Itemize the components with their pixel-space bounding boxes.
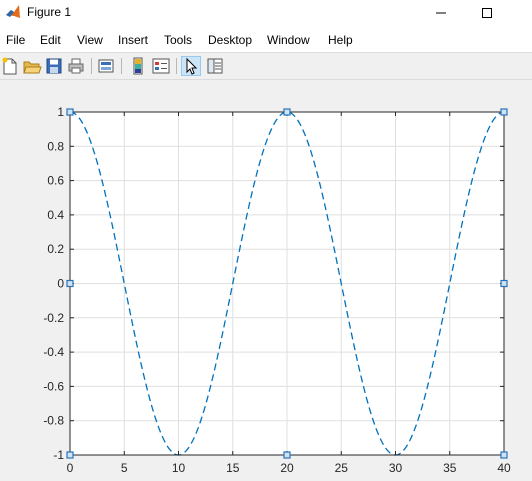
x-tick-label: 35 bbox=[443, 461, 457, 475]
menu-file[interactable]: File bbox=[6, 33, 25, 47]
title-bar[interactable]: Figure 1 bbox=[0, 0, 532, 26]
open-file-button[interactable] bbox=[22, 56, 42, 76]
y-tick-label: 0.6 bbox=[47, 174, 64, 188]
print-button[interactable] bbox=[66, 56, 86, 76]
x-tick-label: 30 bbox=[389, 461, 403, 475]
x-tick-label: 40 bbox=[497, 461, 511, 475]
selection-handle[interactable] bbox=[500, 279, 508, 288]
menu-tools[interactable]: Tools bbox=[164, 33, 192, 47]
matlab-icon bbox=[6, 5, 20, 18]
menu-edit[interactable]: Edit bbox=[40, 33, 61, 47]
y-tick-label: -0.6 bbox=[43, 379, 64, 393]
y-tick-label: -0.4 bbox=[43, 345, 64, 359]
menu-help[interactable]: Help bbox=[328, 33, 353, 47]
window-title: Figure 1 bbox=[27, 5, 72, 19]
toolbar-separator bbox=[91, 58, 92, 74]
y-tick-label: -0.2 bbox=[43, 311, 64, 325]
y-tick-label: 0.8 bbox=[47, 139, 64, 153]
selection-handle[interactable] bbox=[66, 451, 74, 459]
menu-window[interactable]: Window bbox=[267, 33, 310, 47]
menu-desktop[interactable]: Desktop bbox=[208, 33, 252, 47]
y-tick-label: 0.4 bbox=[47, 208, 64, 222]
x-tick-label: 5 bbox=[121, 461, 128, 475]
toolbar bbox=[0, 52, 532, 80]
y-tick-labels: -1 -0.8 -0.6 -0.4 -0.2 0 0.2 0.4 0.6 0.8 1 bbox=[43, 105, 64, 462]
menu-bar: File Edit View Insert Tools Desktop Wind… bbox=[0, 26, 532, 52]
y-tick-label: -0.8 bbox=[43, 414, 64, 428]
link-plot-button[interactable] bbox=[96, 56, 116, 76]
insert-colorbar-icon bbox=[133, 57, 143, 75]
insert-legend-button[interactable] bbox=[151, 56, 171, 76]
new-figure-icon bbox=[2, 57, 17, 75]
y-tick-label: -1 bbox=[53, 448, 64, 462]
figure-canvas[interactable]: 0 5 10 15 20 25 30 35 40 -1 -0.8 -0.6 -0.4 -0.2 0 0.2 0… bbox=[0, 80, 532, 481]
x-tick-label: 25 bbox=[335, 461, 349, 475]
selection-handle[interactable] bbox=[66, 279, 74, 288]
save-icon bbox=[46, 58, 62, 74]
new-figure-button[interactable] bbox=[0, 56, 20, 76]
selection-handle[interactable] bbox=[66, 108, 74, 116]
toolbar-separator bbox=[176, 58, 177, 74]
toolbar-separator bbox=[121, 58, 122, 74]
insert-colorbar-button[interactable] bbox=[128, 56, 148, 76]
property-inspector-button[interactable] bbox=[205, 56, 225, 76]
y-tick-label: 0.2 bbox=[47, 242, 64, 256]
edit-plot-icon bbox=[186, 57, 198, 75]
x-tick-label: 20 bbox=[280, 461, 294, 475]
maximize-icon bbox=[482, 8, 492, 18]
selection-handle[interactable] bbox=[283, 451, 291, 459]
selection-handle[interactable] bbox=[500, 451, 508, 459]
maximize-button[interactable] bbox=[464, 0, 510, 26]
selection-handle[interactable] bbox=[283, 108, 291, 116]
menu-insert[interactable]: Insert bbox=[118, 33, 148, 47]
open-file-icon bbox=[23, 61, 42, 74]
x-tick-labels: 0 5 10 15 20 25 30 35 40 bbox=[67, 461, 511, 475]
x-tick-label: 15 bbox=[226, 461, 240, 475]
property-inspector-icon bbox=[207, 58, 223, 74]
y-tick-label: 0 bbox=[57, 277, 64, 291]
edit-plot-button[interactable] bbox=[181, 56, 201, 76]
y-tick-label: 1 bbox=[57, 105, 64, 119]
menu-view[interactable]: View bbox=[77, 33, 103, 47]
insert-legend-icon bbox=[152, 58, 170, 74]
minimize-icon bbox=[436, 12, 446, 14]
x-tick-label: 0 bbox=[67, 461, 74, 475]
x-tick-label: 10 bbox=[172, 461, 186, 475]
link-plot-icon bbox=[98, 59, 114, 73]
save-button[interactable] bbox=[44, 56, 64, 76]
print-icon bbox=[68, 58, 84, 74]
selection-handle[interactable] bbox=[500, 108, 508, 116]
minimize-button[interactable] bbox=[418, 0, 464, 26]
